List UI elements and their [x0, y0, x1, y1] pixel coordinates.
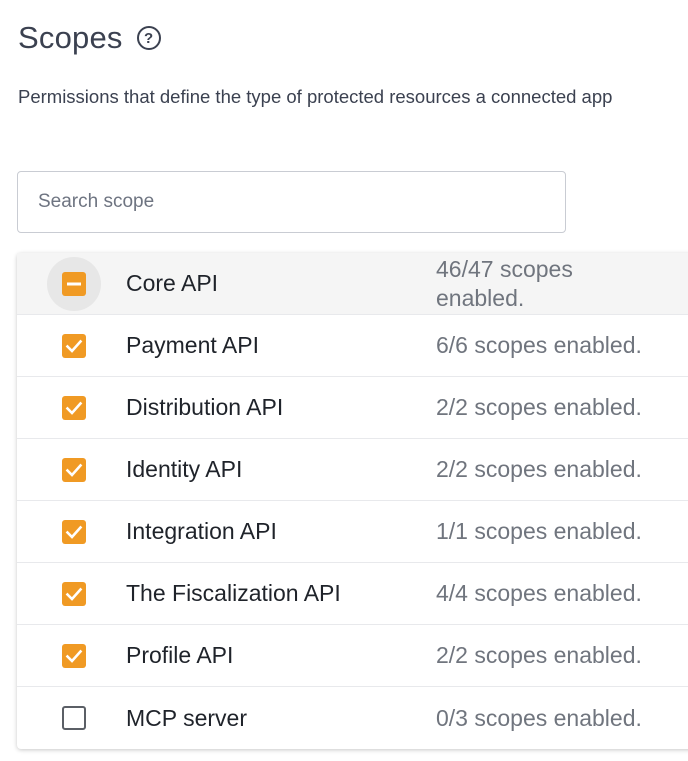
scope-row-fiscalization-api[interactable]: The Fiscalization API 4/4 scopes enabled…	[17, 563, 688, 625]
scope-status: 1/1 scopes enabled.	[436, 518, 642, 544]
scope-label: Integration API	[126, 518, 277, 544]
question-circle-icon[interactable]: ?	[136, 26, 161, 50]
scope-status: 4/4 scopes enabled.	[436, 580, 642, 606]
indeterminate-checkbox[interactable]	[62, 271, 86, 296]
scope-label: Distribution API	[126, 394, 284, 420]
scope-status: 2/2 scopes enabled.	[436, 642, 642, 668]
scope-status: 0/3 scopes enabled.	[436, 704, 642, 731]
checkmark-icon	[65, 401, 83, 415]
scope-label: Profile API	[126, 642, 234, 668]
checkbox[interactable]	[62, 333, 86, 358]
scope-row-identity-api[interactable]: Identity API 2/2 scopes enabled.	[17, 439, 688, 501]
checkbox-hover-ring	[47, 256, 101, 311]
minus-icon	[67, 282, 81, 285]
checkbox[interactable]	[62, 581, 86, 606]
scope-row-core-api[interactable]: Core API 46/47 scopes enabled.	[17, 253, 688, 315]
scope-status: 46/47 scopes enabled.	[436, 255, 573, 311]
scopes-description: Permissions that define the type of prot…	[18, 86, 613, 107]
checkbox[interactable]	[62, 643, 86, 668]
scope-status: 6/6 scopes enabled.	[436, 332, 642, 358]
scope-label: MCP server	[126, 704, 247, 731]
scope-status: 2/2 scopes enabled.	[436, 394, 642, 420]
scope-row-mcp-server[interactable]: MCP server 0/3 scopes enabled.	[17, 687, 688, 749]
scope-row-payment-api[interactable]: Payment API 6/6 scopes enabled.	[17, 315, 688, 377]
scope-row-distribution-api[interactable]: Distribution API 2/2 scopes enabled.	[17, 377, 688, 439]
checkmark-icon	[65, 463, 83, 477]
scope-label: Core API	[126, 270, 219, 296]
scope-list: Core API 46/47 scopes enabled. Payment A…	[17, 253, 688, 749]
scope-row-integration-api[interactable]: Integration API 1/1 scopes enabled.	[17, 501, 688, 563]
scope-label: The Fiscalization API	[126, 580, 341, 606]
checkbox[interactable]	[62, 395, 86, 420]
scopes-header: Scopes ?	[18, 14, 161, 62]
checkmark-icon	[65, 587, 83, 601]
scope-label: Payment API	[126, 332, 259, 358]
search-scope-input[interactable]	[17, 171, 566, 233]
page-title: Scopes	[18, 20, 123, 55]
checkmark-icon	[65, 649, 83, 663]
checkbox[interactable]	[62, 706, 86, 730]
checkbox[interactable]	[62, 457, 86, 482]
scope-row-profile-api[interactable]: Profile API 2/2 scopes enabled.	[17, 625, 688, 687]
scope-label: Identity API	[126, 456, 243, 482]
checkmark-icon	[65, 339, 83, 353]
scope-status: 2/2 scopes enabled.	[436, 456, 642, 482]
checkbox[interactable]	[62, 519, 86, 544]
checkmark-icon	[65, 525, 83, 539]
